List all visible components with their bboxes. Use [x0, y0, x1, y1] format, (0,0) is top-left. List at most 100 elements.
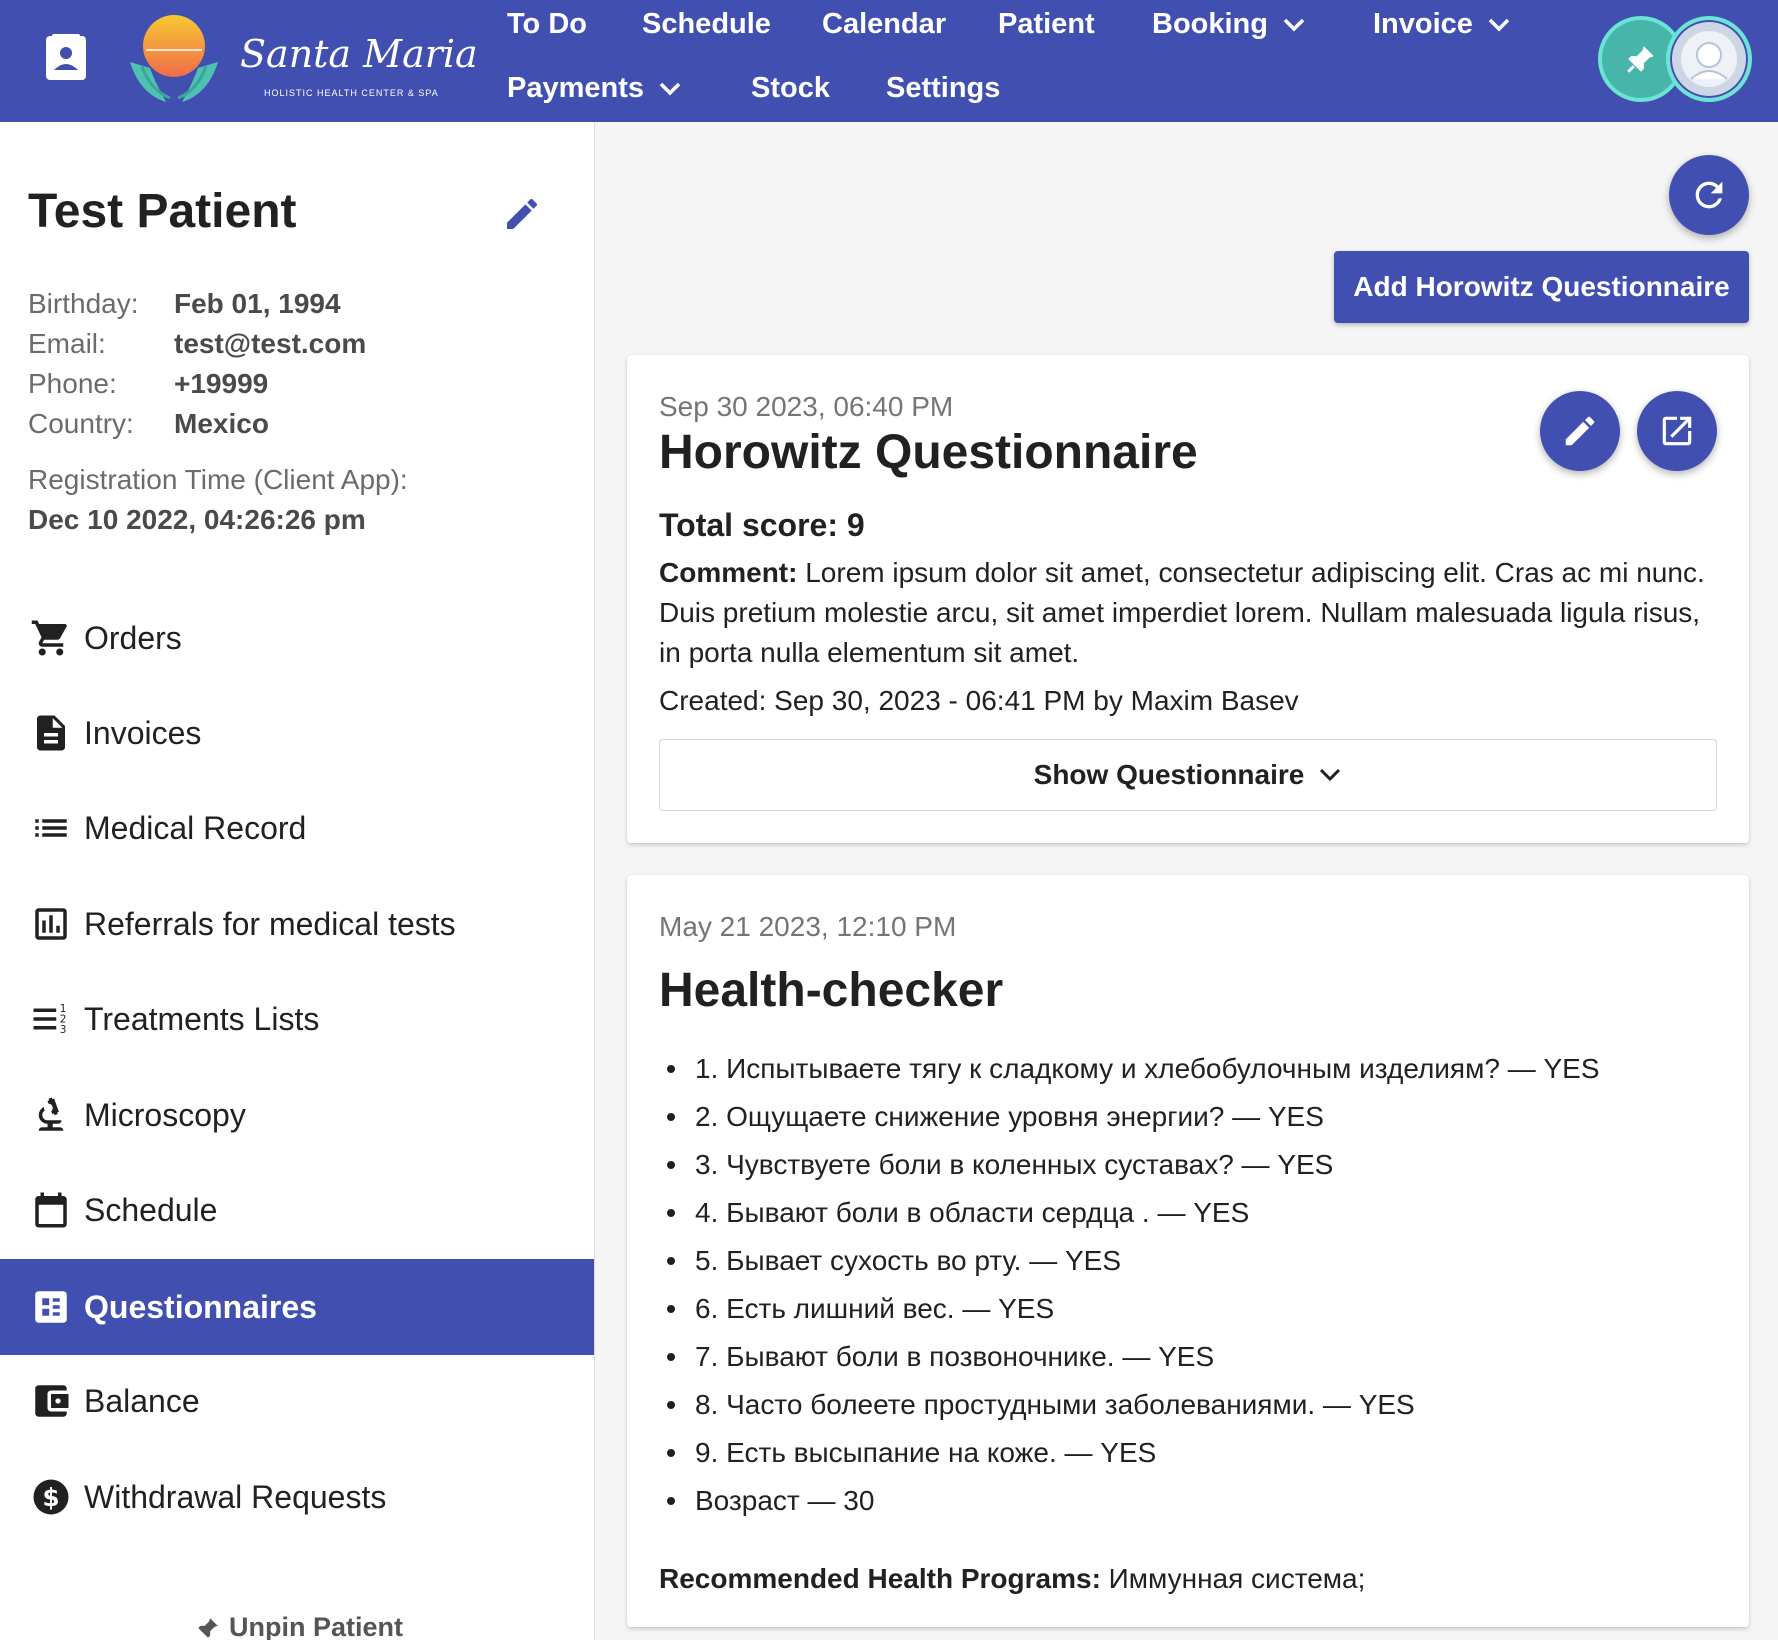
nav-calendar-label: Calendar — [822, 8, 947, 40]
nav-todo-label: To Do — [507, 8, 587, 40]
horowitz-questionnaire-card: Sep 30 2023, 06:40 PM Horowitz Questionn… — [627, 355, 1749, 843]
sidebar-item-microscopy[interactable]: Microscopy — [0, 1067, 594, 1163]
sidebar-item-invoices[interactable]: Invoices — [0, 685, 594, 781]
answer-text: 1. Испытываете тягу к сладкому и хлебобу… — [695, 1053, 1600, 1084]
nav-patient[interactable]: Patient — [998, 8, 1095, 41]
nav-settings[interactable]: Settings — [886, 72, 1000, 105]
nav-payments-label: Payments — [507, 72, 645, 104]
country-row: Country: Mexico — [28, 408, 269, 440]
nav-calendar[interactable]: Calendar — [822, 8, 946, 41]
list-item: 4. Бывают боли в области сердца . — YES — [667, 1189, 1600, 1237]
chevron-down-icon — [1283, 18, 1305, 31]
bullet — [667, 1257, 675, 1265]
phone-row: Phone: +19999 — [28, 368, 268, 400]
unpin-patient-button[interactable]: Unpin Patient — [195, 1612, 403, 1640]
chevron-down-icon — [659, 82, 681, 95]
answer-text: 2. Ощущаете снижение уровня энергии? — Y… — [695, 1101, 1324, 1132]
show-questionnaire-button[interactable]: Show Questionnaire — [659, 739, 1717, 811]
card-date: May 21 2023, 12:10 PM — [659, 911, 957, 942]
country-label: Country: — [28, 408, 134, 439]
sidebar-item-withdrawal-requests[interactable]: $ Withdrawal Requests — [0, 1449, 594, 1545]
pencil-icon — [507, 198, 538, 229]
sidebar-item-schedule[interactable]: Schedule — [0, 1162, 594, 1258]
sidebar-item-treatments-lists[interactable]: 123 Treatments Lists — [0, 971, 594, 1067]
user-profile-icon — [1681, 31, 1737, 87]
registration-value: Dec 10 2022, 04:26:26 pm — [28, 504, 366, 535]
sidebar-item-label: Withdrawal Requests — [84, 1478, 387, 1515]
recommended-programs: Recommended Health Programs: Иммунная си… — [659, 1563, 1365, 1595]
brand-name: Santa Maria — [240, 32, 478, 76]
user-avatar[interactable] — [1666, 16, 1752, 102]
sidebar-item-label: Medical Record — [84, 809, 307, 846]
add-horowitz-questionnaire-button[interactable]: Add Horowitz Questionnaire — [1334, 251, 1749, 323]
edit-questionnaire-button[interactable] — [1540, 391, 1620, 471]
sidebar-item-orders[interactable]: Orders — [0, 590, 594, 686]
cart-icon — [28, 615, 74, 661]
nav-invoice-label: Invoice — [1373, 8, 1473, 40]
bullet — [667, 1497, 675, 1505]
email-value: test@test.com — [174, 328, 367, 359]
sidebar-item-balance[interactable]: Balance — [0, 1353, 594, 1449]
bullet — [667, 1065, 675, 1073]
santa-maria-logo[interactable]: Santa Maria HOLISTIC HEALTH CENTER & SPA — [120, 10, 478, 110]
refresh-button[interactable] — [1669, 155, 1749, 235]
bar-chart-icon — [28, 901, 74, 947]
open-in-new-icon — [1662, 416, 1692, 446]
sidebar-item-medical-record[interactable]: Medical Record — [0, 780, 594, 876]
list-item: 5. Бывает сухость во рту. — YES — [667, 1237, 1600, 1285]
list-item: Возраст — 30 — [667, 1477, 1600, 1525]
microscope-icon — [28, 1092, 74, 1138]
email-label: Email: — [28, 328, 106, 359]
document-icon — [28, 710, 74, 756]
list-item: 8. Часто болеете простудными заболевания… — [667, 1381, 1600, 1429]
health-checker-card: May 21 2023, 12:10 PM Health-checker 1. … — [627, 875, 1749, 1627]
nav-stock-label: Stock — [751, 72, 830, 104]
pin-icon — [198, 1617, 218, 1638]
list-item: 2. Ощущаете снижение уровня энергии? — Y… — [667, 1093, 1600, 1141]
bullet — [667, 1449, 675, 1457]
chevron-down-icon — [1320, 768, 1341, 782]
sidebar-item-label: Invoices — [84, 714, 202, 751]
health-checker-answers: 1. Испытываете тягу к сладкому и хлебобу… — [667, 1045, 1600, 1525]
recommended-label: Recommended Health Programs: — [659, 1563, 1101, 1594]
answer-text: 4. Бывают боли в области сердца . — YES — [695, 1197, 1250, 1228]
list-item: 1. Испытываете тягу к сладкому и хлебобу… — [667, 1045, 1600, 1093]
contact-card-icon[interactable] — [38, 30, 94, 86]
comment-text: Lorem ipsum dolor sit amet, consectetur … — [659, 557, 1705, 668]
birthday-label: Birthday: — [28, 288, 139, 319]
list-item: 6. Есть лишний вес. — YES — [667, 1285, 1600, 1333]
svg-text:3: 3 — [60, 1024, 67, 1036]
sidebar-item-label: Schedule — [84, 1191, 218, 1228]
patient-sidebar: Test Patient Birthday: Feb 01, 1994 Emai… — [0, 122, 595, 1640]
nav-booking-label: Booking — [1152, 8, 1268, 40]
nav-booking[interactable]: Booking — [1152, 8, 1306, 41]
list-item: 3. Чувствуете боли в коленных суставах? … — [667, 1141, 1600, 1189]
refresh-icon — [1695, 181, 1723, 209]
total-score: Total score: 9 — [659, 507, 865, 543]
open-questionnaire-button[interactable] — [1637, 391, 1717, 471]
svg-text:$: $ — [42, 1483, 59, 1512]
pencil-icon — [1565, 416, 1595, 446]
pin-icon — [1627, 46, 1654, 73]
answer-text: 7. Бывают боли в позвоночнике. — YES — [695, 1341, 1215, 1372]
email-row: Email: test@test.com — [28, 328, 366, 360]
nav-patient-label: Patient — [998, 8, 1095, 40]
nav-settings-label: Settings — [886, 72, 1001, 104]
registration-label: Registration Time (Client App): — [28, 464, 408, 495]
sidebar-item-referrals[interactable]: Referrals for medical tests — [0, 876, 594, 972]
card-title: Horowitz Questionnaire — [659, 426, 1198, 479]
sidebar-item-label: Questionnaires — [84, 1288, 317, 1325]
bullet — [667, 1353, 675, 1361]
card-date: Sep 30 2023, 06:40 PM — [659, 391, 954, 422]
bullet — [667, 1401, 675, 1409]
nav-payments[interactable]: Payments — [507, 72, 682, 105]
nav-stock[interactable]: Stock — [751, 72, 830, 105]
nav-todo[interactable]: To Do — [507, 8, 587, 41]
nav-schedule[interactable]: Schedule — [642, 8, 771, 41]
edit-patient-button[interactable] — [500, 192, 544, 236]
recommended-value: Иммунная система; — [1100, 1563, 1366, 1594]
bullet — [667, 1161, 675, 1169]
list-item: 7. Бывают боли в позвоночнике. — YES — [667, 1333, 1600, 1381]
sidebar-item-questionnaires[interactable]: Questionnaires — [0, 1259, 594, 1355]
nav-invoice[interactable]: Invoice — [1373, 8, 1511, 41]
